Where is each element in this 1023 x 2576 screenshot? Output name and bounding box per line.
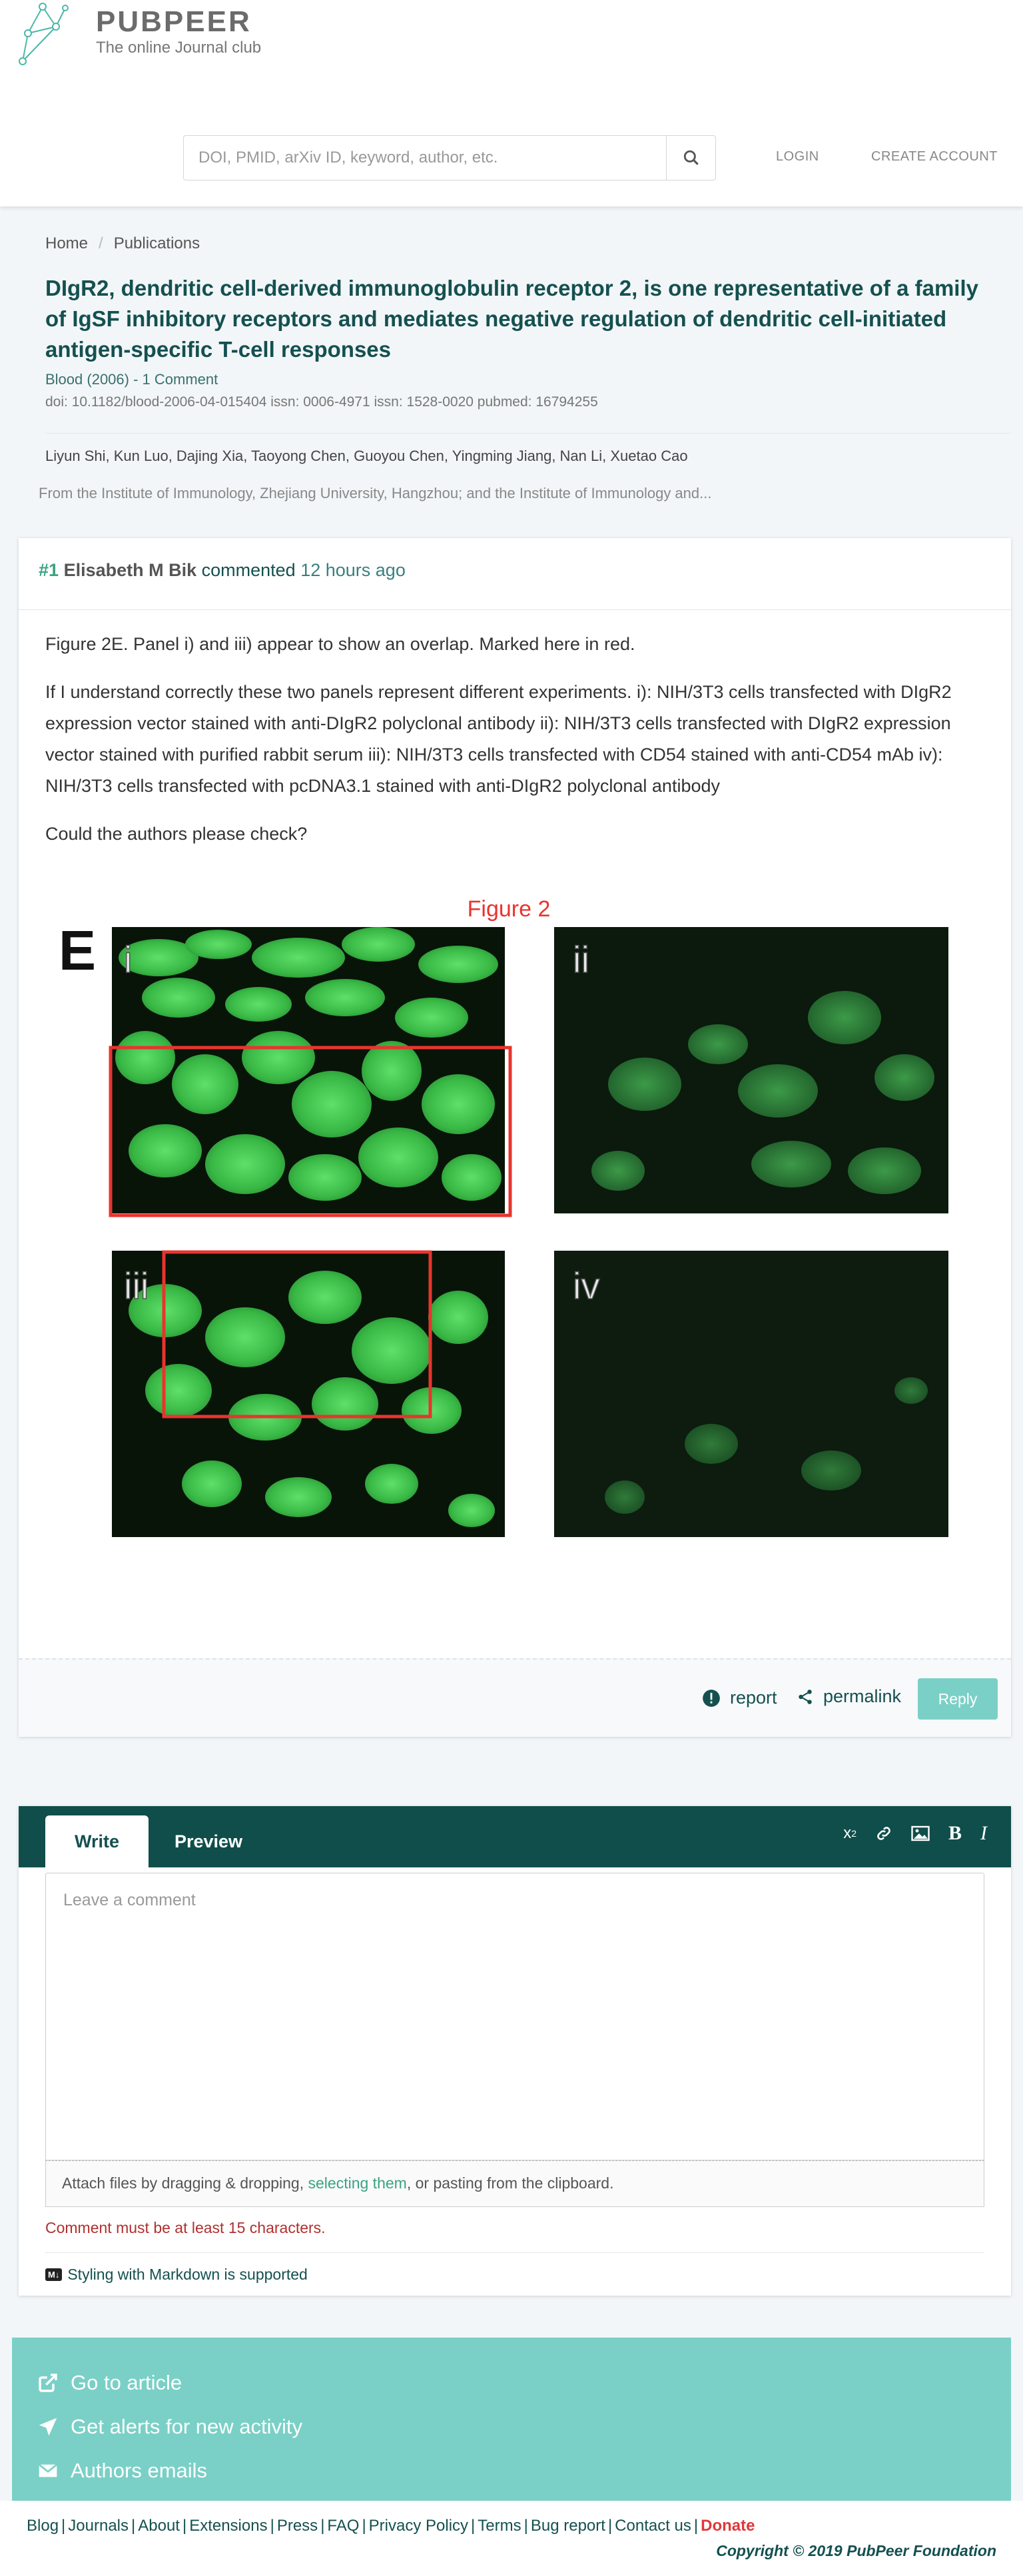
bold-icon[interactable]: B — [948, 1822, 962, 1845]
site-header: PUBPEER The online Journal club LOGIN CR… — [0, 0, 1023, 206]
get-alerts-label: Get alerts for new activity — [71, 2415, 303, 2438]
italic-icon[interactable]: I — [980, 1822, 987, 1845]
publication-affiliation[interactable]: From the Institute of Immunology, Zhejia… — [39, 485, 711, 502]
attach-prefix: Attach files by dragging & dropping, — [62, 2174, 308, 2192]
external-link-icon — [39, 2374, 57, 2392]
search-icon — [683, 150, 699, 165]
link-icon[interactable] — [875, 1825, 892, 1842]
send-icon — [39, 2417, 57, 2436]
figure-panel-label: iii — [124, 1265, 149, 1307]
share-icon — [799, 1689, 812, 1704]
markdown-help-link[interactable]: M↓ Styling with Markdown is supported — [45, 2266, 308, 2284]
go-to-article-label: Go to article — [71, 2371, 182, 2394]
figure-panel-iv: iv — [554, 1251, 948, 1537]
figure-panel-label: iv — [573, 1265, 599, 1307]
comment-card: #1 Elisabeth M Bik commented 12 hours ag… — [19, 538, 1011, 1737]
permalink-link[interactable]: permalink — [797, 1686, 901, 1707]
footer-link-press[interactable]: Press — [277, 2517, 318, 2535]
comment-paragraph: If I understand correctly these two pane… — [45, 682, 952, 796]
figure-panel-i: i — [109, 927, 512, 1217]
envelope-icon — [38, 2463, 58, 2477]
comment-figure-image[interactable]: Figure 2 E i ii iii iv — [45, 884, 991, 1550]
footer-link-bug-report[interactable]: Bug report — [531, 2517, 605, 2535]
comment-verb: commented — [201, 560, 296, 580]
search-button[interactable] — [666, 135, 716, 180]
breadcrumb-home[interactable]: Home — [45, 234, 88, 252]
footer-link-blog[interactable]: Blog — [27, 2517, 59, 2535]
figure-panel-label: i — [124, 938, 132, 980]
get-alerts-link[interactable]: Get alerts for new activity — [37, 2415, 302, 2439]
attach-files-area[interactable]: Attach files by dragging & dropping, sel… — [45, 2160, 984, 2207]
validation-error: Comment must be at least 15 characters. — [45, 2219, 326, 2236]
site-footer: Blog | Journals | About | Extensions | Press | FAQ… — [0, 2501, 1023, 2576]
comment-paragraph: Could the authors please check? — [45, 824, 308, 844]
divider — [45, 433, 1011, 434]
publication-actions-panel: Go to article Get alerts for new activit… — [12, 2338, 1011, 2501]
comment-paragraph: Figure 2E. Panel i) and iii) appear to s… — [45, 634, 635, 654]
publication-title[interactable]: DIgR2, dendritic cell-derived immunoglob… — [45, 273, 991, 365]
publication-journal: Blood (2006) - 1 Comment — [45, 371, 218, 388]
authors-emails-link[interactable]: Authors emails — [37, 2459, 207, 2483]
publication-identifiers: doi: 10.1182/blood-2006-04-015404 issn: … — [45, 394, 598, 410]
composer-toolbar: Write Preview x2 B I — [19, 1806, 1011, 1867]
comment-textarea[interactable] — [45, 1873, 984, 2160]
image-icon[interactable] — [911, 1825, 930, 1841]
report-label: report — [730, 1688, 777, 1708]
permalink-label: permalink — [823, 1686, 902, 1706]
footer-links: Blog | Journals | About | Extensions | Press | FAQ… — [27, 2517, 755, 2535]
pubpeer-logo-icon[interactable] — [16, 3, 69, 67]
go-to-article-link[interactable]: Go to article — [37, 2371, 182, 2395]
tab-write[interactable]: Write — [45, 1815, 149, 1867]
copyright-notice: Copyright © 2019 PubPeer Foundation — [716, 2542, 996, 2559]
footer-link-contact-us[interactable]: Contact us — [615, 2517, 691, 2535]
markdown-note-label: Styling with Markdown is supported — [67, 2266, 308, 2283]
comment-author: Elisabeth M Bik — [63, 560, 197, 580]
divider — [45, 2252, 984, 2253]
breadcrumb-separator: / — [99, 234, 103, 252]
create-account-link[interactable]: CREATE ACCOUNT — [871, 149, 998, 164]
brand-name[interactable]: PUBPEER — [96, 5, 252, 39]
superscript-icon[interactable]: x2 — [843, 1824, 856, 1843]
login-link[interactable]: LOGIN — [776, 149, 819, 164]
alert-circle-icon — [703, 1689, 720, 1707]
comment-number[interactable]: #1 — [39, 560, 59, 580]
select-files-link[interactable]: selecting them — [308, 2174, 407, 2192]
figure-panel-letter: E — [59, 919, 96, 982]
footer-link-faq[interactable]: FAQ — [327, 2517, 359, 2535]
breadcrumb-publications[interactable]: Publications — [114, 234, 200, 252]
footer-link-terms[interactable]: Terms — [478, 2517, 521, 2535]
formatting-toolbar: x2 B I — [843, 1822, 987, 1845]
footer-link-privacy-policy[interactable]: Privacy Policy — [369, 2517, 468, 2535]
comment-body: Figure 2E. Panel i) and iii) appear to s… — [45, 629, 988, 866]
footer-link-journals[interactable]: Journals — [68, 2517, 129, 2535]
comment-timestamp[interactable]: 12 hours ago — [300, 560, 406, 580]
comment-actions: report permalink Reply — [19, 1658, 1011, 1737]
donate-link[interactable]: Donate — [701, 2517, 755, 2535]
search-input[interactable] — [183, 135, 667, 180]
footer-link-extensions[interactable]: Extensions — [189, 2517, 267, 2535]
report-link[interactable]: report — [702, 1688, 777, 1708]
tab-preview[interactable]: Preview — [159, 1815, 258, 1867]
comment-meta: #1 Elisabeth M Bik commented 12 hours ag… — [39, 560, 406, 581]
attach-suffix: , or pasting from the clipboard. — [406, 2174, 614, 2192]
comment-composer: Write Preview x2 B I Attach files by dra… — [19, 1806, 1011, 2296]
comment-header: #1 Elisabeth M Bik commented 12 hours ag… — [19, 538, 1011, 610]
publication-authors: Liyun Shi, Kun Luo, Dajing Xia, Taoyong … — [45, 448, 688, 464]
authors-emails-label: Authors emails — [71, 2459, 208, 2482]
brand-tagline: The online Journal club — [96, 39, 262, 57]
footer-link-about[interactable]: About — [138, 2517, 180, 2535]
figure-title: Figure 2 — [468, 896, 551, 922]
breadcrumb: Home / Publications — [45, 234, 200, 253]
figure-panel-label: ii — [573, 938, 589, 980]
figure-panel-iii: iii — [112, 1250, 505, 1537]
markdown-icon: M↓ — [45, 2268, 63, 2281]
reply-button[interactable]: Reply — [918, 1678, 998, 1720]
figure-panel-ii: ii — [554, 927, 948, 1213]
